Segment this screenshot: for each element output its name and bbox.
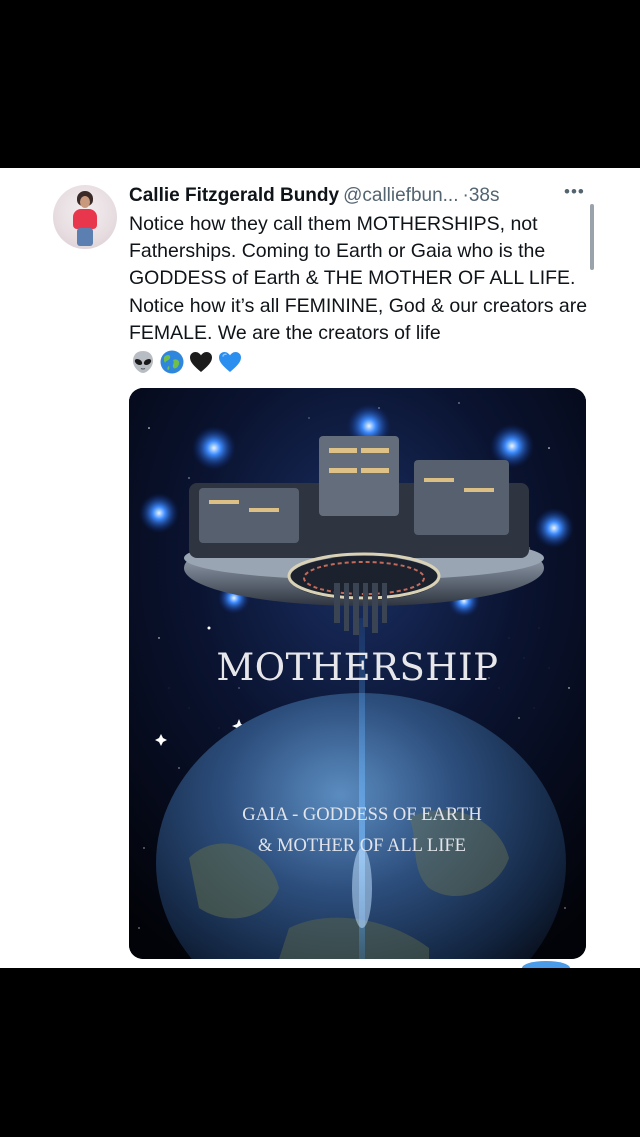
author-handle[interactable]: @calliefbun... — [343, 185, 458, 206]
author-name[interactable]: Callie Fitzgerald Bundy — [129, 185, 339, 206]
earth-globe-emoji — [160, 350, 184, 374]
more-horizontal-icon[interactable]: ••• — [564, 182, 585, 202]
tweet-text: Notice how they call them MOTHERSHIPS, n… — [129, 213, 588, 344]
tweet-media-image[interactable]: MOTHERSHIP GAIA - GODDESS OF EARTH & MOT… — [129, 388, 586, 959]
black-heart-emoji — [190, 352, 212, 372]
media-title: MOTHERSHIP — [216, 646, 499, 689]
timestamp[interactable]: 38s — [469, 185, 500, 206]
floating-action-button[interactable] — [522, 961, 570, 968]
avatar-outfit — [73, 209, 97, 229]
avatar[interactable] — [53, 185, 117, 249]
media-subtitle-line1: GAIA - GODDESS OF EARTH — [242, 805, 482, 825]
bottom-black-bar — [0, 968, 640, 1137]
avatar-face — [80, 196, 90, 208]
avatar-legs — [77, 228, 93, 246]
alien-emoji — [133, 351, 153, 373]
media-subtitle-line2: & MOTHER OF ALL LIFE — [258, 836, 466, 856]
emoji-row — [130, 348, 243, 376]
blue-heart-emoji — [219, 352, 241, 372]
tweet-card[interactable]: Callie Fitzgerald Bundy @calliefbun... ·38… — [0, 168, 640, 968]
tweet-header: Callie Fitzgerald Bundy @calliefbun... ·38… — [129, 182, 599, 212]
top-black-bar — [0, 0, 640, 168]
